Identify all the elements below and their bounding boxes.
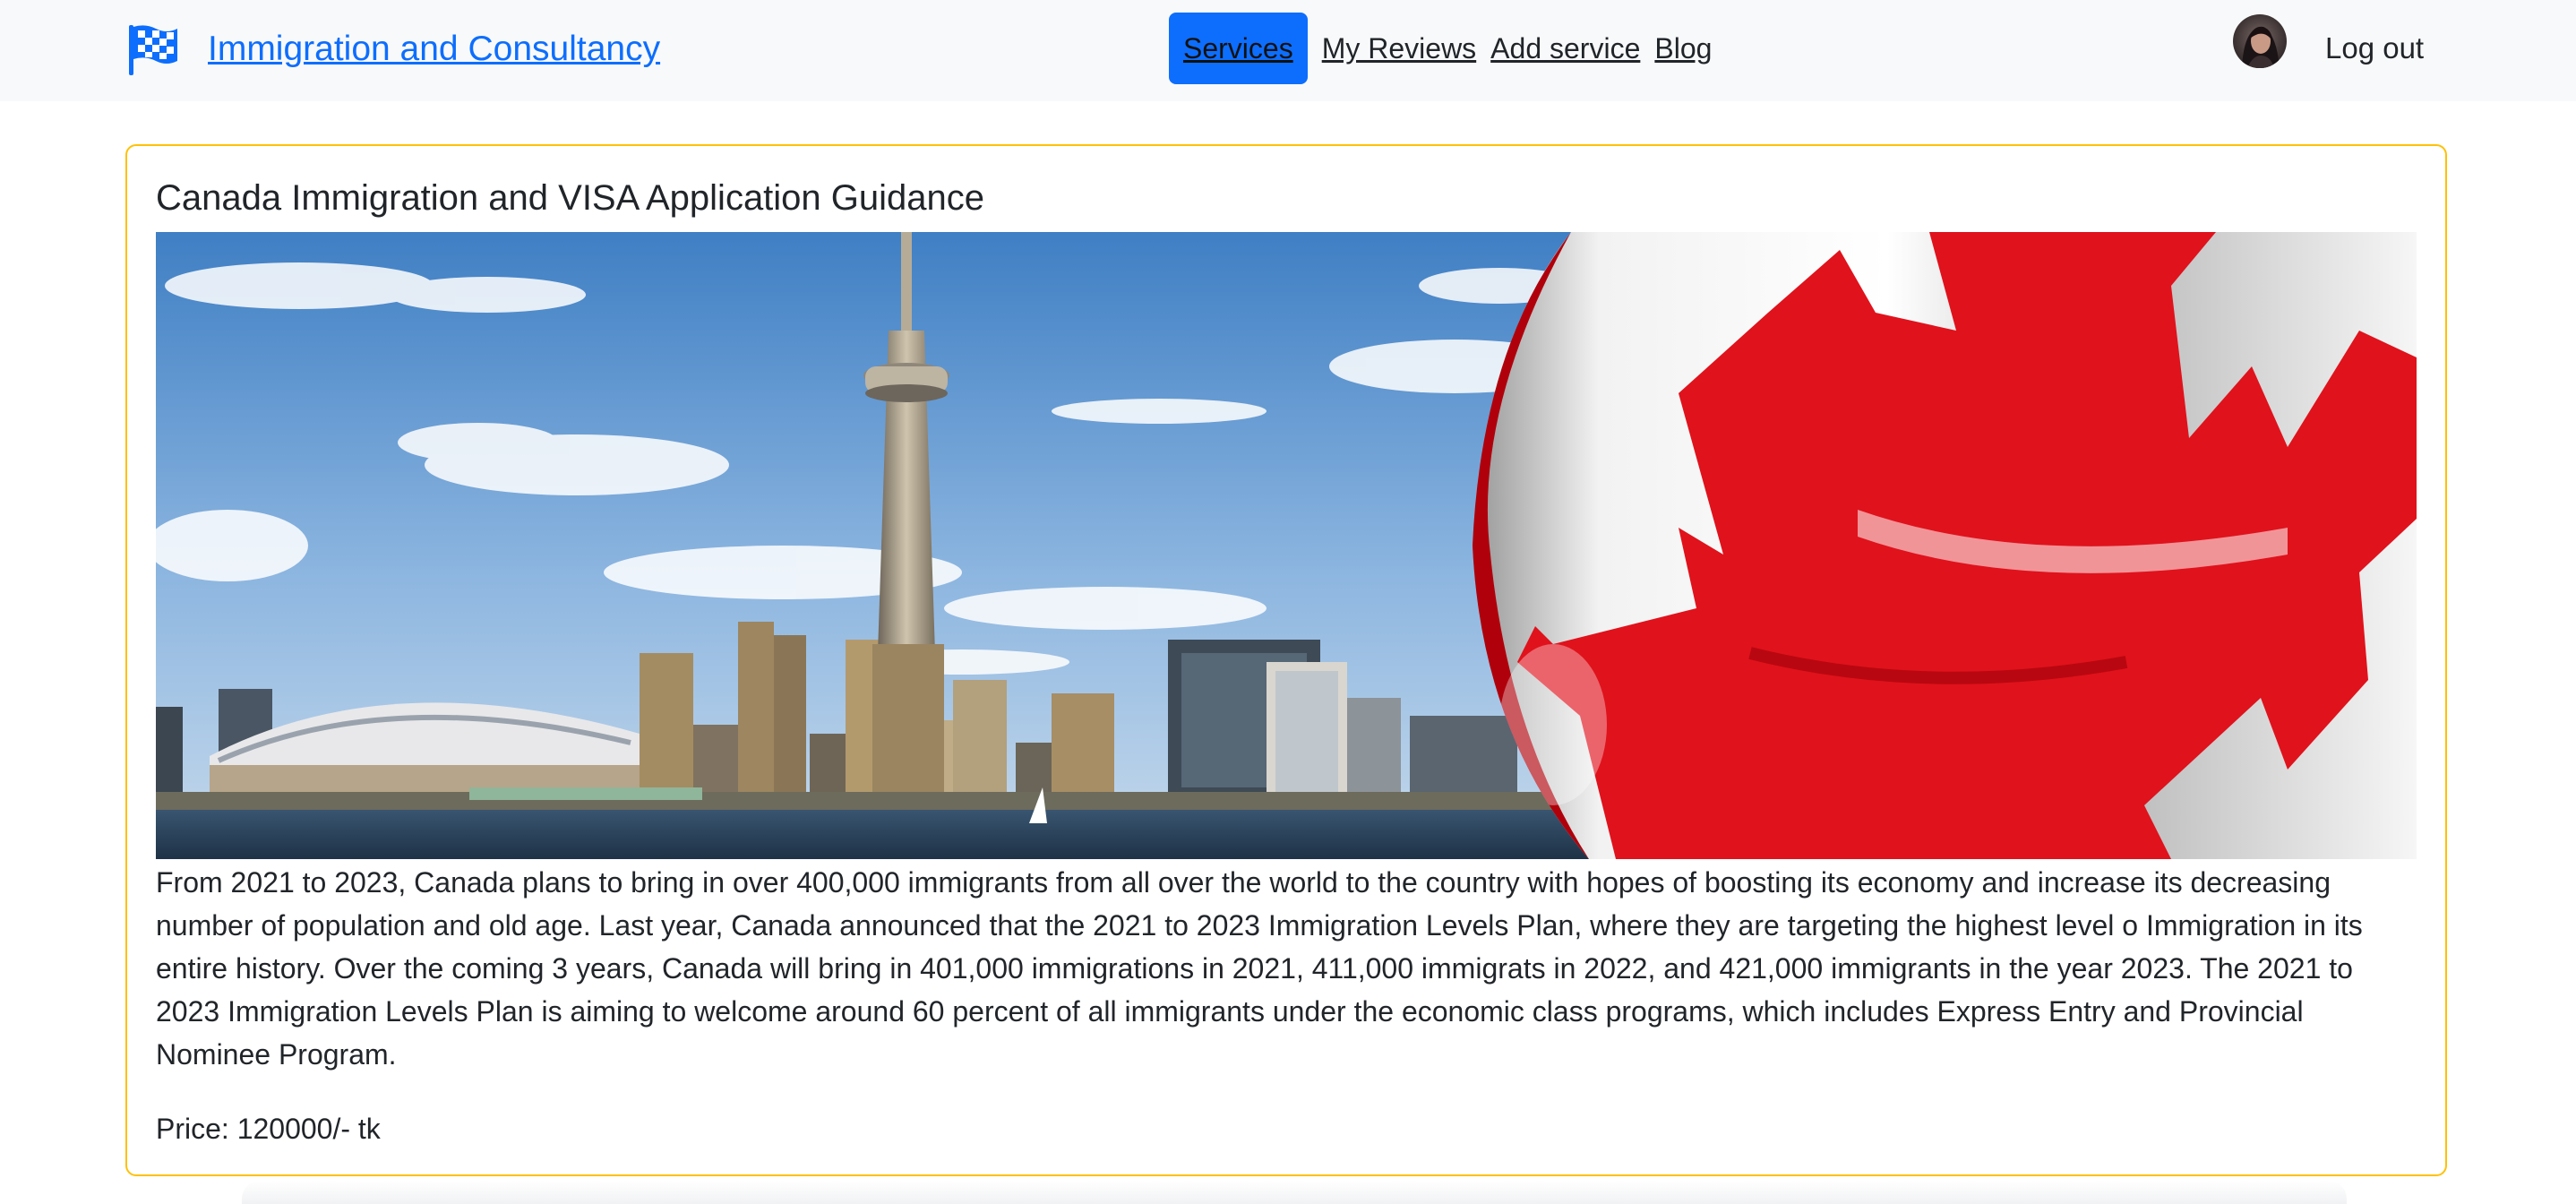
nav-add-service[interactable]: Add service [1490, 13, 1640, 84]
checkered-flag-icon [129, 25, 177, 75]
service-price: Price: 120000/- tk [156, 1113, 381, 1145]
nav-blog[interactable]: Blog [1654, 13, 1712, 84]
main-nav: Services My Reviews Add service Blog [1169, 13, 1712, 84]
brand-link[interactable]: Immigration and Consultancy [125, 22, 660, 77]
logout-button[interactable]: Log out [2325, 27, 2424, 70]
service-title: Canada Immigration and VISA Application … [156, 178, 985, 218]
next-card-edge [242, 1181, 2347, 1204]
service-description: From 2021 to 2023, Canada plans to bring… [156, 866, 2363, 1071]
service-image [156, 232, 2417, 859]
nav-services[interactable]: Services [1169, 13, 1308, 84]
nav-my-reviews[interactable]: My Reviews [1322, 13, 1476, 84]
user-avatar[interactable] [2233, 14, 2287, 68]
service-card: Canada Immigration and VISA Application … [125, 144, 2447, 1176]
top-navbar: Immigration and Consultancy Services My … [0, 0, 2576, 101]
brand-title[interactable]: Immigration and Consultancy [208, 30, 660, 69]
